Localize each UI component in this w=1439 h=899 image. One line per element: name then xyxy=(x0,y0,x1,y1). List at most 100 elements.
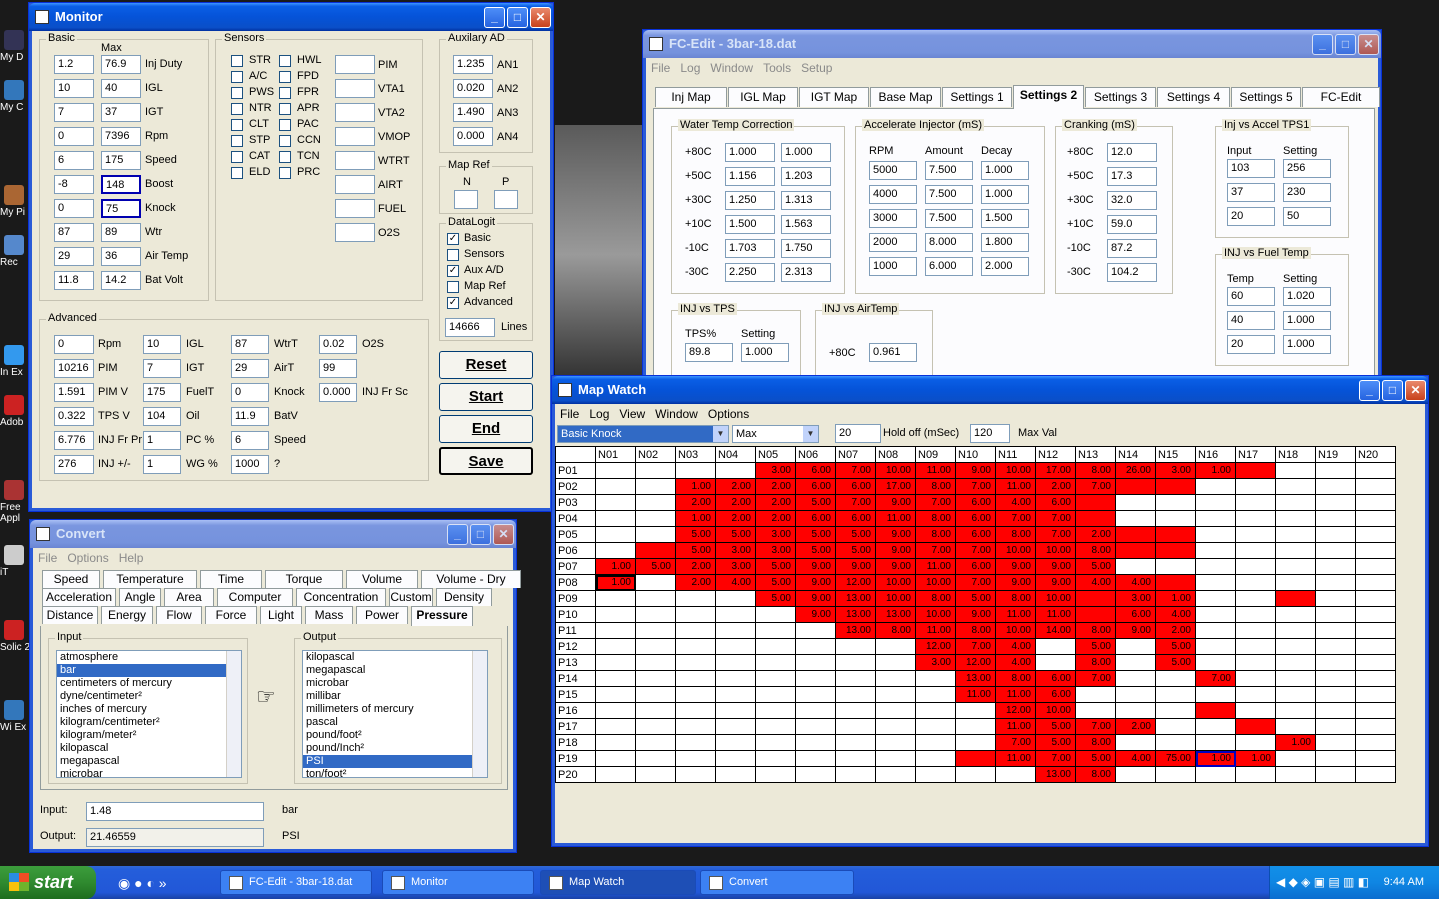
grid-cell[interactable]: 8.00 xyxy=(955,622,996,639)
grid-cell[interactable] xyxy=(595,718,636,735)
grid-cell[interactable] xyxy=(1275,542,1316,559)
grid-cell[interactable] xyxy=(675,590,716,607)
accel-value-field[interactable]: 7.500 xyxy=(925,161,973,180)
grid-cell[interactable] xyxy=(1235,622,1276,639)
grid-cell[interactable]: 10.00 xyxy=(915,574,956,591)
grid-cell[interactable]: 11.00 xyxy=(995,478,1036,495)
grid-cell[interactable] xyxy=(955,734,996,751)
grid-cell[interactable] xyxy=(795,766,836,783)
grid-cell[interactable] xyxy=(715,734,756,751)
grid-cell[interactable]: 5.00 xyxy=(755,590,796,607)
grid-cell[interactable] xyxy=(1355,574,1396,591)
grid-cell[interactable] xyxy=(875,702,916,719)
grid-cell[interactable]: 26.00 xyxy=(1115,462,1156,479)
grid-cell[interactable]: 11.00 xyxy=(915,622,956,639)
tab-fc-edit[interactable]: FC-Edit xyxy=(1302,87,1380,107)
maximize-button[interactable]: □ xyxy=(470,524,491,545)
grid-cell[interactable] xyxy=(1235,702,1276,719)
grid-cell[interactable] xyxy=(1355,734,1396,751)
grid-cell[interactable] xyxy=(875,766,916,783)
accel-value-field[interactable]: 7.500 xyxy=(925,209,973,228)
grid-cell[interactable] xyxy=(595,766,636,783)
sensor-checkbox[interactable] xyxy=(279,151,291,163)
tab-time[interactable]: Time xyxy=(200,570,262,588)
grid-cell[interactable] xyxy=(675,462,716,479)
cranking-value-field[interactable]: 59.0 xyxy=(1107,215,1157,234)
grid-cell[interactable]: 7.00 xyxy=(1075,670,1116,687)
grid-cell[interactable] xyxy=(1235,718,1276,735)
grid-cell[interactable] xyxy=(595,590,636,607)
grid-cell[interactable] xyxy=(595,686,636,703)
grid-cell[interactable]: 9.00 xyxy=(795,606,836,623)
grid-cell[interactable] xyxy=(955,750,996,767)
grid-cell[interactable] xyxy=(1355,510,1396,527)
grid-cell[interactable]: 4.00 xyxy=(995,638,1036,655)
grid-cell[interactable]: 5.00 xyxy=(1075,750,1116,767)
sensor-checkbox[interactable] xyxy=(231,151,243,163)
taskbar-button-monitor[interactable]: Monitor xyxy=(382,870,534,895)
grid-cell[interactable] xyxy=(1195,654,1236,671)
grid-cell[interactable]: 6.00 xyxy=(955,526,996,543)
grid-cell[interactable] xyxy=(635,606,676,623)
desktop-icon[interactable]: My D xyxy=(0,30,30,63)
grid-cell[interactable] xyxy=(1115,686,1156,703)
grid-cell[interactable]: 11.00 xyxy=(915,462,956,479)
desktop-icon[interactable]: Adob xyxy=(0,395,30,428)
grid-cell[interactable] xyxy=(835,766,876,783)
grid-cell[interactable]: 9.00 xyxy=(995,558,1036,575)
grid-cell[interactable] xyxy=(1155,526,1196,543)
grid-cell[interactable] xyxy=(635,718,676,735)
grid-cell[interactable] xyxy=(675,670,716,687)
close-button[interactable]: ✕ xyxy=(1358,34,1379,55)
grid-cell[interactable]: 2.00 xyxy=(755,478,796,495)
grid-cell[interactable]: 8.00 xyxy=(995,670,1036,687)
grid-cell[interactable]: 4.00 xyxy=(995,654,1036,671)
accel-value-field[interactable]: 6.000 xyxy=(925,257,973,276)
water-value-field[interactable]: 1.500 xyxy=(725,215,775,234)
grid-cell[interactable] xyxy=(1235,494,1276,511)
grid-cell[interactable]: 9.00 xyxy=(1035,574,1076,591)
grid-cell[interactable] xyxy=(875,670,916,687)
datalogit-checkbox[interactable] xyxy=(447,249,459,261)
tab-pressure[interactable]: Pressure xyxy=(411,606,473,626)
sensor-checkbox[interactable] xyxy=(231,55,243,67)
grid-cell[interactable]: 1.00 xyxy=(675,478,716,495)
close-button[interactable]: ✕ xyxy=(493,524,514,545)
grid-cell[interactable]: 2.00 xyxy=(675,494,716,511)
cranking-value-field[interactable]: 104.2 xyxy=(1107,263,1157,282)
grid-cell[interactable] xyxy=(1275,638,1316,655)
grid-cell[interactable]: 5.00 xyxy=(1155,638,1196,655)
grid-cell[interactable]: 11.00 xyxy=(995,750,1036,767)
grid-cell[interactable]: 4.00 xyxy=(1155,606,1196,623)
grid-cell[interactable]: 7.00 xyxy=(995,734,1036,751)
grid-cell[interactable] xyxy=(915,766,956,783)
sensor-checkbox[interactable] xyxy=(231,119,243,131)
grid-cell[interactable] xyxy=(635,542,676,559)
grid-cell[interactable] xyxy=(675,702,716,719)
grid-cell[interactable]: 6.00 xyxy=(795,462,836,479)
grid-cell[interactable] xyxy=(595,478,636,495)
grid-cell[interactable]: 6.00 xyxy=(1035,494,1076,511)
menu-item[interactable]: File xyxy=(560,407,579,421)
lines-field[interactable]: 14666 xyxy=(445,318,495,337)
inj-tps1-value-field[interactable]: 230 xyxy=(1283,183,1331,202)
grid-cell[interactable] xyxy=(1275,670,1316,687)
grid-cell[interactable] xyxy=(1195,478,1236,495)
grid-cell[interactable] xyxy=(1235,766,1276,783)
grid-cell[interactable]: 5.00 xyxy=(835,526,876,543)
grid-cell[interactable] xyxy=(955,702,996,719)
grid-cell[interactable]: 9.00 xyxy=(955,606,996,623)
grid-cell[interactable]: 7.00 xyxy=(1035,526,1076,543)
grid-cell[interactable]: 9.00 xyxy=(995,574,1036,591)
accel-value-field[interactable]: 1.000 xyxy=(981,161,1029,180)
sensor-checkbox[interactable] xyxy=(279,167,291,179)
grid-cell[interactable] xyxy=(755,654,796,671)
grid-cell[interactable]: 6.00 xyxy=(1115,606,1156,623)
grid-cell[interactable]: 17.00 xyxy=(1035,462,1076,479)
maxval-field[interactable]: 120 xyxy=(970,424,1010,443)
grid-cell[interactable] xyxy=(1275,574,1316,591)
grid-cell[interactable]: 5.00 xyxy=(795,526,836,543)
grid-cell[interactable]: 6.00 xyxy=(795,478,836,495)
accel-value-field[interactable]: 5000 xyxy=(869,161,917,180)
grid-cell[interactable] xyxy=(1275,590,1316,607)
